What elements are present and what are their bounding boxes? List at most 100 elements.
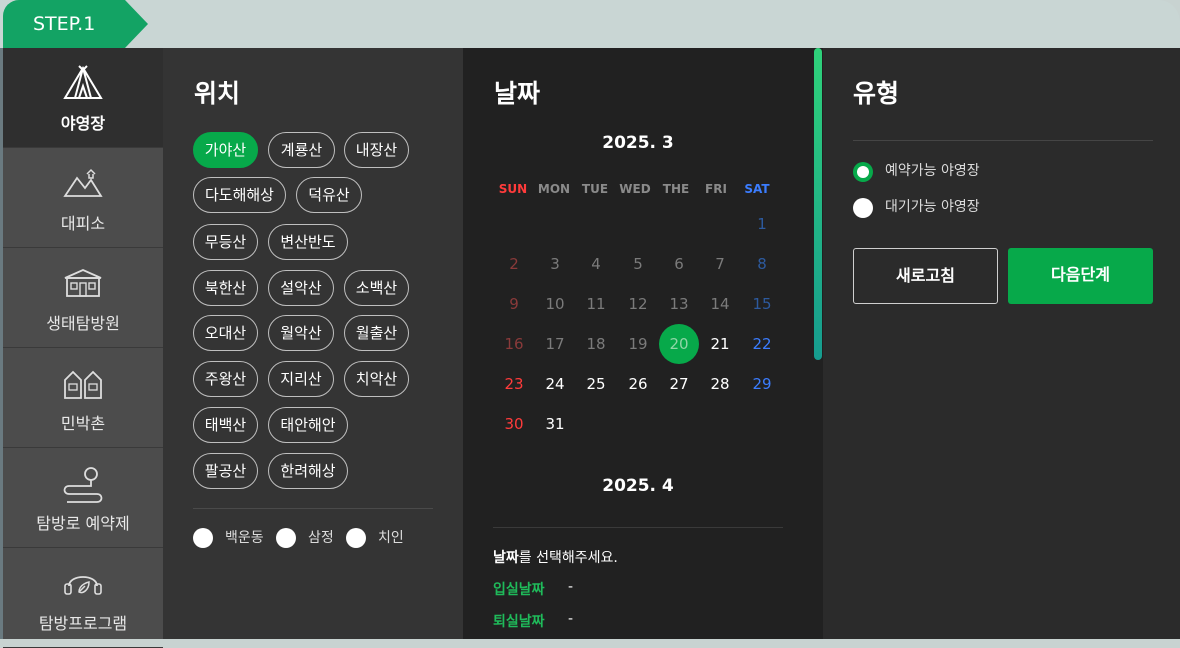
step-badge: STEP.1 bbox=[3, 0, 148, 48]
day-cell: 5 bbox=[633, 255, 643, 273]
type-title: 유형 bbox=[853, 79, 900, 108]
day-cell[interactable]: 22 bbox=[742, 324, 782, 364]
chip-mudeungsan[interactable]: 무등산 bbox=[193, 224, 258, 260]
chip-gyeryongsan[interactable]: 계룡산 bbox=[268, 132, 335, 168]
radio-label: 예약가능 야영장 bbox=[885, 163, 980, 179]
radio-baegundong[interactable] bbox=[193, 528, 213, 548]
day-cell: 19 bbox=[628, 335, 648, 353]
day-cell: 8 bbox=[757, 255, 767, 273]
date-title: 날짜 bbox=[494, 79, 541, 108]
weekday-thu: THE bbox=[662, 182, 690, 196]
day-cell: 7 bbox=[715, 255, 725, 273]
radio-chiin[interactable] bbox=[346, 528, 366, 548]
day-cell[interactable]: 26 bbox=[618, 364, 658, 404]
chip-odaesan[interactable]: 오대산 bbox=[193, 315, 258, 351]
next-step-button[interactable]: 다음단계 bbox=[1008, 248, 1153, 304]
month-title: 2025. 3 bbox=[602, 133, 674, 153]
chip-sobaeksan[interactable]: 소백산 bbox=[344, 270, 409, 306]
day-cell: 9 bbox=[509, 295, 519, 313]
date-prompt-rest: 를 선택해주세요. bbox=[518, 550, 618, 566]
day-cell: 18 bbox=[586, 335, 606, 353]
radio-label: 삼정 bbox=[308, 530, 334, 546]
day-cell: 10 bbox=[545, 295, 565, 313]
day-cell[interactable]: 25 bbox=[576, 364, 616, 404]
day-cell: 15 bbox=[752, 295, 772, 313]
calendar-cutoff bbox=[493, 527, 783, 528]
sidebar-item-shelter[interactable]: 대피소 bbox=[3, 148, 163, 248]
weekday-sun: SUN bbox=[498, 182, 528, 196]
day-cell: 13 bbox=[669, 295, 689, 313]
refresh-button[interactable]: 새로고침 bbox=[853, 248, 998, 304]
checkin-value: - bbox=[568, 579, 574, 595]
date-prompt-bold: 날짜 bbox=[493, 550, 519, 566]
day-cell-today: 20 bbox=[659, 324, 699, 364]
radio-label: 백운동 bbox=[225, 530, 264, 546]
day-cell: 4 bbox=[591, 255, 601, 273]
sidebar-item-label: 대피소 bbox=[60, 214, 106, 233]
scrollbar-thumb[interactable] bbox=[814, 48, 822, 360]
day-cell[interactable]: 27 bbox=[659, 364, 699, 404]
day-cell[interactable]: 29 bbox=[742, 364, 782, 404]
weekday-mon: MON bbox=[537, 182, 571, 196]
sidebar-item-program[interactable]: 탐방프로그램 bbox=[3, 548, 163, 648]
tent-icon bbox=[63, 65, 103, 99]
day-cell[interactable]: 28 bbox=[700, 364, 740, 404]
chip-wolchulsan[interactable]: 월출산 bbox=[344, 315, 409, 351]
day-cell: 1 bbox=[757, 215, 767, 233]
eco-center-icon bbox=[64, 269, 102, 297]
date-prompt: 날짜를 선택해주세요. bbox=[493, 547, 618, 567]
chip-woraksan[interactable]: 월악산 bbox=[268, 315, 334, 351]
radio-waitlist-campsite[interactable] bbox=[853, 198, 873, 218]
day-cell: 2 bbox=[509, 255, 519, 273]
radio-available-campsite[interactable] bbox=[853, 162, 873, 182]
sidebar-item-label: 생태탐방원 bbox=[46, 314, 120, 333]
sidebar-item-guesthouse[interactable]: 민박촌 bbox=[3, 348, 163, 448]
sidebar-item-campsite[interactable]: 야영장 bbox=[3, 48, 163, 148]
chip-taebaeksan[interactable]: 태백산 bbox=[193, 407, 258, 443]
day-cell: 17 bbox=[545, 335, 565, 353]
chip-seoraksan[interactable]: 설악산 bbox=[268, 270, 334, 306]
sidebar-item-label: 민박촌 bbox=[60, 414, 106, 433]
mountain-shelter-icon bbox=[63, 168, 103, 197]
day-cell[interactable]: 23 bbox=[494, 364, 534, 404]
category-sidebar: 야영장 대피소 생태탐방원 민박촌 탐방로 예약제 탐방프로그램 bbox=[3, 48, 163, 648]
houses-icon bbox=[64, 370, 102, 399]
reservation-widget: STEP.1 야영장 대피소 생태탐방원 민박촌 탐방로 예약제 탐방프로그램 … bbox=[0, 0, 1180, 648]
day-cell[interactable]: 30 bbox=[494, 404, 534, 444]
radio-label: 대기가능 야영장 bbox=[885, 199, 980, 215]
chip-hallyeo[interactable]: 한려해상 bbox=[268, 453, 348, 489]
trail-route-icon bbox=[63, 467, 103, 503]
day-cell: 14 bbox=[710, 295, 730, 313]
chip-gayasan[interactable]: 가야산 bbox=[193, 132, 258, 168]
radio-samjeong[interactable] bbox=[276, 528, 296, 548]
checkin-label: 입실날짜 bbox=[493, 582, 545, 598]
chip-naejangsan[interactable]: 내장산 bbox=[344, 132, 409, 168]
sidebar-item-trail-reservation[interactable]: 탐방로 예약제 bbox=[3, 448, 163, 548]
weekday-tue: TUE bbox=[581, 182, 609, 196]
weekday-wed: WED bbox=[619, 182, 651, 196]
divider bbox=[853, 140, 1153, 141]
chip-palgongsan[interactable]: 팔공산 bbox=[193, 453, 258, 489]
day-cell[interactable]: 21 bbox=[700, 324, 740, 364]
chip-taean[interactable]: 태안해안 bbox=[268, 407, 348, 443]
chip-jirisan[interactable]: 지리산 bbox=[268, 361, 334, 397]
weekday-sat: SAT bbox=[744, 182, 770, 196]
sidebar-item-label: 탐방프로그램 bbox=[38, 614, 128, 633]
sidebar-item-eco-center[interactable]: 생태탐방원 bbox=[3, 248, 163, 348]
checkout-label: 퇴실날짜 bbox=[493, 614, 545, 630]
chip-dadohae[interactable]: 다도해해상 bbox=[193, 177, 286, 213]
chip-bukhansan[interactable]: 북한산 bbox=[193, 270, 258, 306]
day-cell: 3 bbox=[550, 255, 560, 273]
radio-label: 치인 bbox=[378, 530, 404, 546]
day-cell[interactable]: 24 bbox=[535, 364, 575, 404]
month-title: 2025. 4 bbox=[602, 476, 674, 496]
chip-chiaksan[interactable]: 치악산 bbox=[344, 361, 409, 397]
day-cell: 12 bbox=[628, 295, 648, 313]
checkout-value: - bbox=[568, 611, 574, 627]
chip-byeonsanbando[interactable]: 변산반도 bbox=[268, 224, 348, 260]
chip-juwangsan[interactable]: 주왕산 bbox=[193, 361, 258, 397]
day-cell[interactable]: 31 bbox=[535, 404, 575, 444]
sidebar-item-label: 탐방로 예약제 bbox=[36, 514, 130, 533]
sidebar-item-label: 야영장 bbox=[60, 114, 106, 133]
chip-deogyusan[interactable]: 덕유산 bbox=[296, 177, 362, 213]
